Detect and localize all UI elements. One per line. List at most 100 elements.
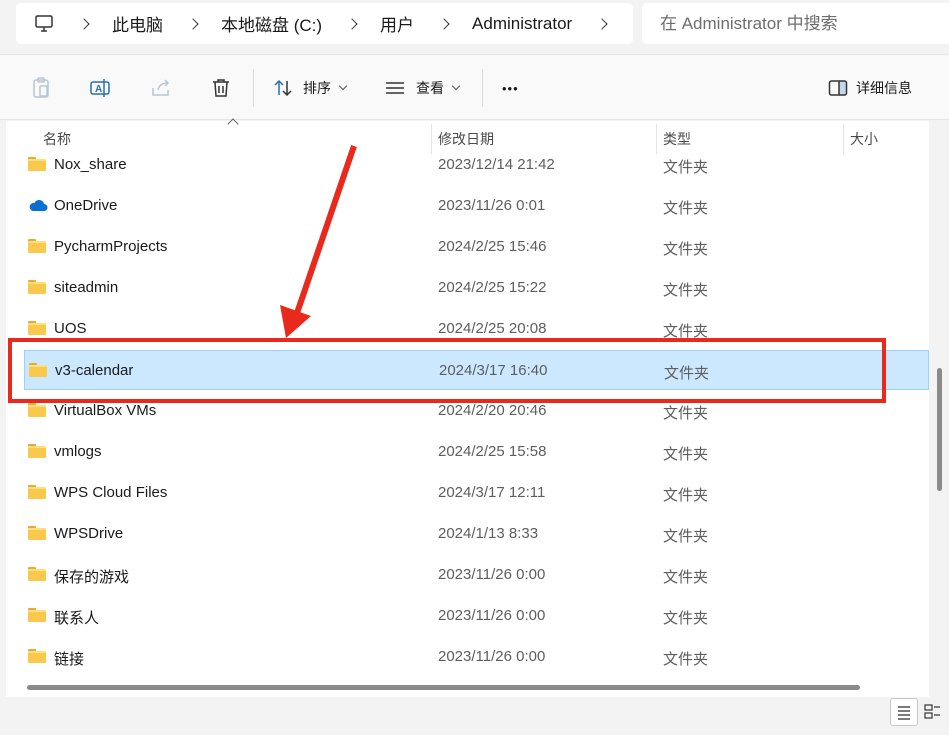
svg-text:A: A xyxy=(95,84,102,95)
file-modified-date: 2023/11/26 0:00 xyxy=(438,566,546,583)
file-modified-date: 2024/3/17 16:40 xyxy=(439,362,548,379)
breadcrumb-users[interactable]: 用户 xyxy=(380,11,414,36)
file-name: 保存的游戏 xyxy=(54,569,130,586)
file-name: Nox_share xyxy=(54,156,127,173)
view-button[interactable]: 查看 xyxy=(384,75,461,101)
folder-icon xyxy=(28,608,46,622)
chevron-down-icon xyxy=(338,81,348,91)
vertical-scrollbar[interactable] xyxy=(937,368,942,491)
file-modified-date: 2024/1/13 8:33 xyxy=(438,525,539,542)
sort-icon xyxy=(274,79,292,97)
file-modified-date: 2024/2/25 15:46 xyxy=(438,238,547,255)
file-type: 文件夹 xyxy=(663,651,709,668)
more-options-button[interactable]: ••• xyxy=(502,75,519,101)
computer-icon[interactable] xyxy=(34,14,54,34)
chevron-right-icon[interactable] xyxy=(80,19,90,29)
file-modified-date: 2023/11/26 0:00 xyxy=(438,607,546,624)
table-row[interactable]: 联系人 2023/11/26 0:00 文件夹 xyxy=(24,596,929,636)
tiles-view-icon xyxy=(924,704,940,719)
sort-ascending-icon xyxy=(227,118,239,130)
folder-icon xyxy=(28,567,46,581)
file-name: OneDrive xyxy=(54,197,118,214)
folder-icon xyxy=(28,526,46,540)
file-type: 文件夹 xyxy=(663,569,709,586)
details-pane-button[interactable]: 详细信息 xyxy=(828,75,912,101)
table-row[interactable]: 保存的游戏 2023/11/26 0:00 文件夹 xyxy=(24,555,929,595)
delete-icon[interactable] xyxy=(209,76,233,100)
table-row[interactable]: 链接 2023/11/26 0:00 文件夹 xyxy=(24,637,929,677)
file-name: VirtualBox VMs xyxy=(54,402,157,419)
file-type: 文件夹 xyxy=(663,159,709,176)
folder-icon xyxy=(28,403,46,417)
selected-table-row[interactable]: v3-calendar 2024/3/17 16:40 文件夹 xyxy=(24,350,929,390)
chevron-down-icon xyxy=(451,81,461,91)
file-type: 文件夹 xyxy=(664,365,710,382)
file-type: 文件夹 xyxy=(663,200,709,217)
breadcrumb-local-disk[interactable]: 本地磁盘 (C:) xyxy=(221,11,322,36)
table-row[interactable]: VirtualBox VMs 2024/2/20 20:46 文件夹 xyxy=(24,391,929,431)
more-icon: ••• xyxy=(502,80,519,96)
chevron-right-icon[interactable] xyxy=(440,19,450,29)
file-type: 文件夹 xyxy=(663,323,709,340)
file-explorer-window: 此电脑 本地磁盘 (C:) 用户 Administrator A xyxy=(0,0,949,735)
file-name: vmlogs xyxy=(54,443,102,460)
file-modified-date: 2024/3/17 12:11 xyxy=(438,484,546,501)
chevron-right-icon[interactable] xyxy=(189,19,199,29)
rename-icon[interactable]: A xyxy=(89,76,113,100)
table-row[interactable]: UOS 2024/2/25 20:08 文件夹 xyxy=(24,309,929,349)
file-modified-date: 2024/2/25 15:22 xyxy=(438,279,547,296)
folder-icon xyxy=(28,485,46,499)
file-modified-date: 2023/12/14 21:42 xyxy=(438,156,555,173)
share-icon[interactable] xyxy=(149,76,173,100)
table-row[interactable]: siteadmin 2024/2/25 15:22 文件夹 xyxy=(24,268,929,308)
folder-icon xyxy=(29,363,47,377)
command-bar: A 排序 查看 ••• 详细信息 xyxy=(0,54,949,120)
file-name: siteadmin xyxy=(54,279,119,296)
tiles-view-button[interactable] xyxy=(919,698,947,726)
file-modified-date: 2024/2/20 20:46 xyxy=(438,402,547,419)
file-type: 文件夹 xyxy=(663,241,709,258)
file-name: v3-calendar xyxy=(55,362,134,379)
status-bar xyxy=(0,697,949,735)
folder-icon xyxy=(28,280,46,294)
file-modified-date: 2024/2/25 15:58 xyxy=(438,443,547,460)
file-name: WPSDrive xyxy=(54,525,124,542)
folder-icon xyxy=(28,157,46,171)
details-view-button[interactable] xyxy=(890,698,918,726)
file-name: 链接 xyxy=(54,651,85,668)
folder-icon xyxy=(28,444,46,458)
sort-label: 排序 xyxy=(303,80,331,96)
file-modified-date: 2023/11/26 0:00 xyxy=(438,648,546,665)
file-type: 文件夹 xyxy=(663,487,709,504)
toolbar-divider xyxy=(253,69,254,107)
paste-icon[interactable] xyxy=(29,76,53,100)
table-row[interactable]: WPSDrive 2024/1/13 8:33 文件夹 xyxy=(24,514,929,554)
toolbar-divider xyxy=(482,69,483,107)
file-name: WPS Cloud Files xyxy=(54,484,168,501)
cloud-icon xyxy=(28,198,48,212)
file-list: 名称 修改日期 类型 大小 Nox_share 2023/12/14 21:42 文… xyxy=(6,118,929,697)
table-row[interactable]: vmlogs 2024/2/25 15:58 文件夹 xyxy=(24,432,929,472)
search-box[interactable] xyxy=(642,3,949,44)
address-bar[interactable]: 此电脑 本地磁盘 (C:) 用户 Administrator xyxy=(16,3,633,44)
table-row[interactable]: PycharmProjects 2024/2/25 15:46 文件夹 xyxy=(24,227,929,267)
breadcrumb-this-pc[interactable]: 此电脑 xyxy=(112,11,163,36)
sort-button[interactable]: 排序 xyxy=(273,75,348,101)
file-type: 文件夹 xyxy=(663,405,709,422)
chevron-right-icon[interactable] xyxy=(348,19,358,29)
horizontal-scrollbar[interactable] xyxy=(27,685,860,690)
folder-icon xyxy=(28,321,46,335)
search-input[interactable] xyxy=(660,13,940,34)
file-modified-date: 2024/2/25 20:08 xyxy=(438,320,547,337)
table-row[interactable]: OneDrive 2023/11/26 0:01 文件夹 xyxy=(24,186,929,226)
chevron-right-icon[interactable] xyxy=(598,19,608,29)
view-icon xyxy=(386,82,404,94)
folder-icon xyxy=(28,239,46,253)
breadcrumb-administrator[interactable]: Administrator xyxy=(472,14,572,34)
file-modified-date: 2023/11/26 0:01 xyxy=(438,197,546,214)
table-row[interactable]: WPS Cloud Files 2024/3/17 12:11 文件夹 xyxy=(24,473,929,513)
file-type: 文件夹 xyxy=(663,282,709,299)
view-label: 查看 xyxy=(416,80,444,96)
table-row[interactable]: Nox_share 2023/12/14 21:42 文件夹 xyxy=(24,145,929,185)
file-type: 文件夹 xyxy=(663,528,709,545)
